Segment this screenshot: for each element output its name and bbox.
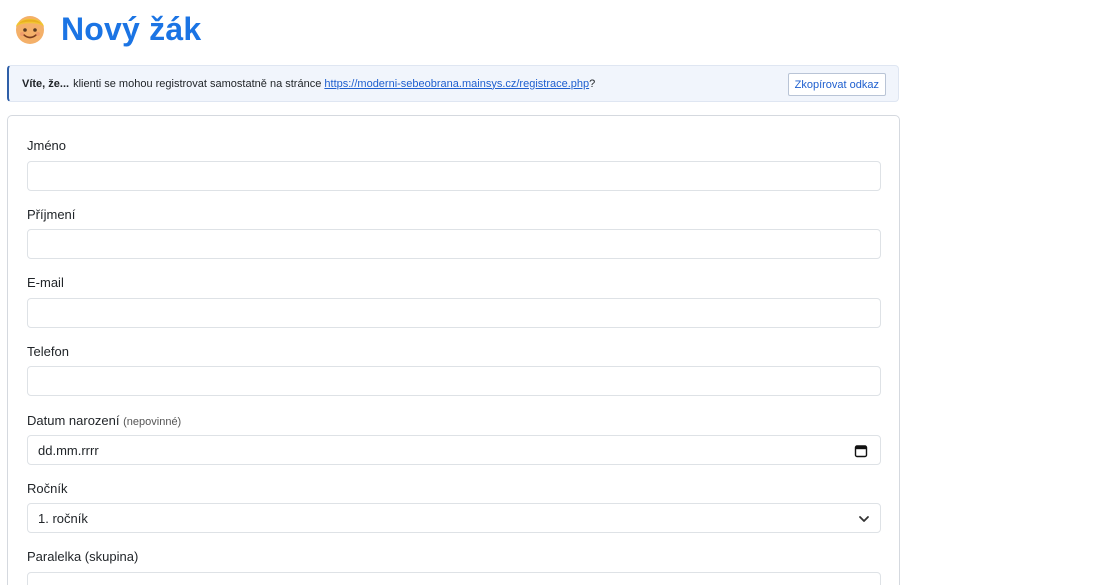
smiling-face-icon — [16, 16, 44, 44]
info-strong-text: Víte, že... — [22, 77, 70, 90]
phone-label: Telefon — [27, 344, 69, 359]
first-name-label: Jméno — [27, 138, 67, 153]
last-name-input[interactable] — [38, 230, 880, 258]
email-input[interactable] — [38, 299, 880, 327]
page-title: Nový žák — [61, 10, 202, 47]
last-name-label: Příjmení — [27, 207, 76, 222]
last-name-field[interactable] — [27, 229, 881, 259]
info-text: klienti se mohou registrovat samostatně … — [73, 77, 322, 90]
grade-select[interactable]: 1. ročník — [27, 503, 881, 533]
phone-field[interactable] — [27, 366, 881, 396]
birth-date-field[interactable]: dd.mm.rrrr — [27, 435, 881, 465]
first-name-field[interactable] — [27, 161, 881, 191]
registration-info-box: Víte, že... klienti se mohou registrovat… — [7, 65, 899, 102]
email-label: E-mail — [27, 275, 64, 290]
email-field[interactable] — [27, 298, 881, 328]
birth-date-placeholder: dd.mm.rrrr — [38, 442, 99, 458]
grade-selected-value: 1. ročník — [38, 510, 88, 526]
optional-note: (nepovinné) — [123, 416, 182, 428]
first-name-input[interactable] — [38, 162, 880, 190]
birth-date-label: Datum narození (nepovinné) — [27, 413, 181, 428]
calendar-icon[interactable] — [854, 444, 868, 458]
info-text-after: ? — [589, 77, 596, 90]
phone-input[interactable] — [38, 367, 880, 395]
student-form: Jméno Příjmení E-mail Telefon Datum naro… — [7, 115, 900, 585]
birth-date-label-text: Datum narození — [27, 413, 120, 428]
chevron-down-icon — [859, 516, 869, 522]
new-student-page: Nový žák Víte, že... klienti se mohou re… — [0, 0, 1116, 585]
group-label: Paralelka (skupina) — [27, 549, 139, 564]
page-header: Nový žák — [13, 8, 201, 50]
registration-link[interactable]: https://moderni-sebeobrana.mainsys.cz/re… — [324, 78, 589, 90]
group-select[interactable] — [27, 572, 881, 585]
copy-link-button[interactable]: Zkopírovat odkaz — [787, 73, 886, 96]
grade-label: Ročník — [27, 481, 68, 496]
